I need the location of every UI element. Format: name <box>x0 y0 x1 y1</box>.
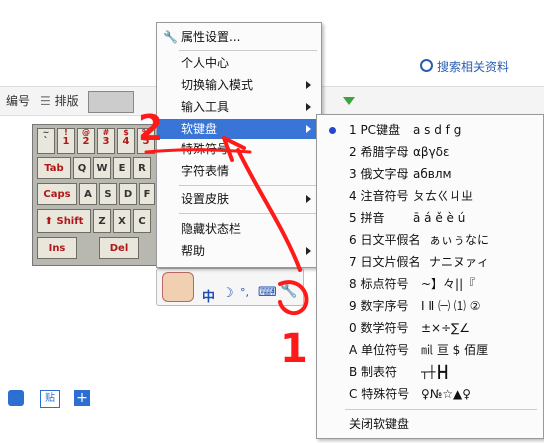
annotation-underline-2 <box>144 148 252 154</box>
annotation-arrow <box>236 148 302 272</box>
annotation-step-1: 1 <box>280 326 308 372</box>
annotation-circle <box>278 280 309 316</box>
annotation-step-2: 2 <box>138 108 164 149</box>
annotation-overlay <box>144 136 309 316</box>
